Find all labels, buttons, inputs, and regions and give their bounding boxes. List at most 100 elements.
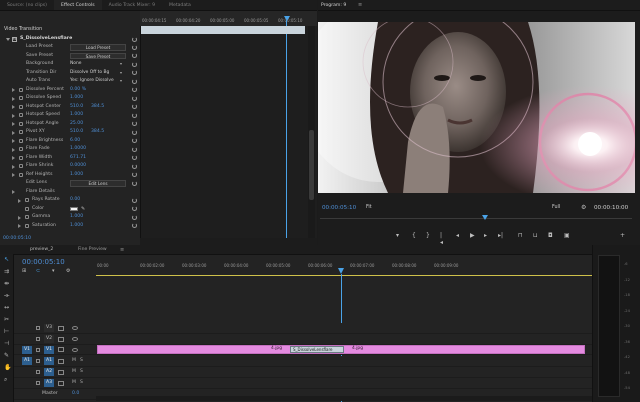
- stopwatch-icon[interactable]: [19, 96, 23, 100]
- reset-icon[interactable]: [132, 53, 137, 58]
- track-name[interactable]: V2: [44, 335, 54, 344]
- add-marker-icon[interactable]: ▾: [396, 232, 399, 239]
- expand-triangle-icon[interactable]: [12, 139, 15, 143]
- ec-param-row[interactable]: Flare Fade 1.0000: [0, 145, 140, 154]
- comparison-view-icon[interactable]: ▣: [564, 232, 570, 239]
- lock-icon[interactable]: [36, 359, 40, 363]
- ec-playhead-marker[interactable]: [284, 16, 290, 21]
- effect-header-row[interactable]: fx S_DissolveLensflare: [0, 35, 140, 43]
- transition-clip[interactable]: S_DissolveLensflare: [290, 346, 344, 353]
- stopwatch-icon[interactable]: [25, 223, 29, 228]
- ec-param-value-2[interactable]: 384.5: [91, 128, 104, 137]
- reset-icon[interactable]: [132, 214, 137, 220]
- expand-triangle-icon[interactable]: [12, 122, 15, 126]
- sync-lock-icon[interactable]: [58, 325, 64, 331]
- work-area-bar[interactable]: [96, 275, 592, 276]
- ec-param-dropdown[interactable]: Yes: Ignore Dissolve: [70, 78, 122, 85]
- stopwatch-icon[interactable]: [19, 164, 23, 168]
- ec-param-row[interactable]: Transition Dir Dissolve Off to Bg: [0, 69, 140, 78]
- expand-triangle-icon[interactable]: [12, 173, 15, 177]
- reset-icon[interactable]: [132, 129, 137, 135]
- track-name[interactable]: A1: [44, 357, 54, 366]
- ec-param-value[interactable]: 510.0: [70, 128, 83, 137]
- ec-scrollbar-thumb[interactable]: [309, 130, 314, 200]
- reset-icon[interactable]: [132, 87, 137, 92]
- ec-param-row[interactable]: Dissolve Speed 1.000: [0, 94, 140, 103]
- ec-param-row[interactable]: Auto Trans Yes: Ignore Dissolve: [0, 77, 140, 86]
- reset-icon[interactable]: [132, 223, 137, 228]
- ec-param-row[interactable]: Edit Lens Edit Lens: [0, 179, 140, 188]
- ec-param-value[interactable]: 510.0: [70, 103, 83, 112]
- stopwatch-icon[interactable]: [25, 206, 29, 211]
- track-name[interactable]: Master: [42, 390, 58, 398]
- tab-effect-controls[interactable]: Effect Controls: [53, 0, 102, 10]
- slide-tool-icon[interactable]: ⊣: [4, 340, 10, 347]
- timeline-settings-icon[interactable]: ⚙: [66, 268, 70, 274]
- lift-icon[interactable]: ⊓: [518, 232, 523, 239]
- track-name[interactable]: V1: [44, 345, 54, 354]
- ec-param-row[interactable]: Dissolve Percent 0.00 %: [0, 86, 140, 95]
- ec-param-value[interactable]: 0.00: [70, 196, 80, 205]
- reset-icon[interactable]: [132, 104, 137, 109]
- stopwatch-icon[interactable]: [19, 87, 23, 92]
- track-lane[interactable]: [96, 378, 592, 389]
- slip-tool-icon[interactable]: ⊢: [4, 328, 10, 335]
- track-lane[interactable]: [96, 334, 592, 345]
- play-icon[interactable]: ▶: [470, 232, 475, 239]
- reset-icon[interactable]: [132, 146, 137, 152]
- step-forward-icon[interactable]: ▸: [484, 232, 487, 239]
- track-header[interactable]: V1 V1: [14, 345, 96, 355]
- eyedropper-icon[interactable]: ✎: [81, 205, 85, 214]
- export-frame-icon[interactable]: ◘: [548, 232, 553, 239]
- ec-param-dropdown[interactable]: None: [70, 61, 122, 68]
- reset-icon[interactable]: [132, 78, 137, 84]
- expand-triangle-icon[interactable]: [12, 96, 15, 101]
- reset-icon[interactable]: [132, 206, 137, 211]
- tab-source[interactable]: Source: (no clips): [0, 0, 54, 10]
- ec-param-value[interactable]: 1.000: [70, 111, 83, 120]
- panel-menu-icon[interactable]: ≡: [358, 0, 362, 11]
- mute-button[interactable]: M: [72, 367, 76, 378]
- reset-icon[interactable]: [132, 95, 137, 101]
- lock-icon[interactable]: [36, 347, 40, 352]
- track-select-tool-icon[interactable]: ⇉: [4, 268, 10, 275]
- stopwatch-icon[interactable]: [19, 155, 23, 160]
- track-name[interactable]: V3: [44, 324, 54, 333]
- track-header[interactable]: A2 M S: [14, 367, 96, 378]
- expand-triangle-icon[interactable]: [12, 190, 15, 194]
- reset-icon[interactable]: [132, 163, 137, 169]
- ec-param-row[interactable]: Gamma 1.000: [0, 213, 140, 222]
- razor-tool-icon[interactable]: ✂: [4, 316, 10, 323]
- track-header[interactable]: A3 M S: [14, 378, 96, 389]
- stopwatch-icon[interactable]: [19, 104, 23, 109]
- expand-triangle-icon[interactable]: [12, 164, 15, 169]
- collapse-triangle-icon[interactable]: [6, 37, 10, 41]
- reset-icon[interactable]: [132, 121, 137, 126]
- track-lane[interactable]: [96, 356, 592, 367]
- ec-param-row[interactable]: Color ✎: [0, 205, 140, 214]
- ec-timecode[interactable]: 00:00:05:10: [3, 236, 31, 241]
- expand-triangle-icon[interactable]: [12, 147, 15, 152]
- mark-in-icon[interactable]: {: [412, 232, 416, 239]
- add-button-icon[interactable]: +: [620, 232, 625, 239]
- mark-out-icon[interactable]: }: [426, 232, 430, 239]
- stopwatch-icon[interactable]: [25, 215, 29, 219]
- settings-wrench-icon[interactable]: ⚙: [581, 204, 586, 211]
- linked-selection-icon[interactable]: ⊂: [36, 268, 40, 274]
- reset-icon[interactable]: [132, 172, 137, 177]
- stopwatch-icon[interactable]: [25, 198, 29, 202]
- tab-metadata[interactable]: Metadata: [162, 0, 198, 10]
- ec-playhead-line[interactable]: [286, 20, 287, 242]
- ec-param-row[interactable]: Hotspot Angle 25.00: [0, 120, 140, 129]
- track-name[interactable]: A3: [44, 379, 54, 388]
- eye-icon[interactable]: [72, 337, 78, 341]
- go-to-in-icon[interactable]: |◂: [440, 232, 443, 246]
- selection-tool-icon[interactable]: ↖: [4, 256, 10, 263]
- ec-param-row[interactable]: Rays Rotate 0.00: [0, 196, 140, 205]
- extract-icon[interactable]: ⊔: [533, 232, 538, 239]
- ec-param-row[interactable]: Flare Brightness 6.00: [0, 137, 140, 146]
- ec-param-value-2[interactable]: 384.5: [91, 103, 104, 112]
- step-back-icon[interactable]: ◂: [456, 232, 459, 239]
- color-swatch[interactable]: [70, 206, 78, 211]
- master-volume-value[interactable]: 0.0: [72, 389, 79, 400]
